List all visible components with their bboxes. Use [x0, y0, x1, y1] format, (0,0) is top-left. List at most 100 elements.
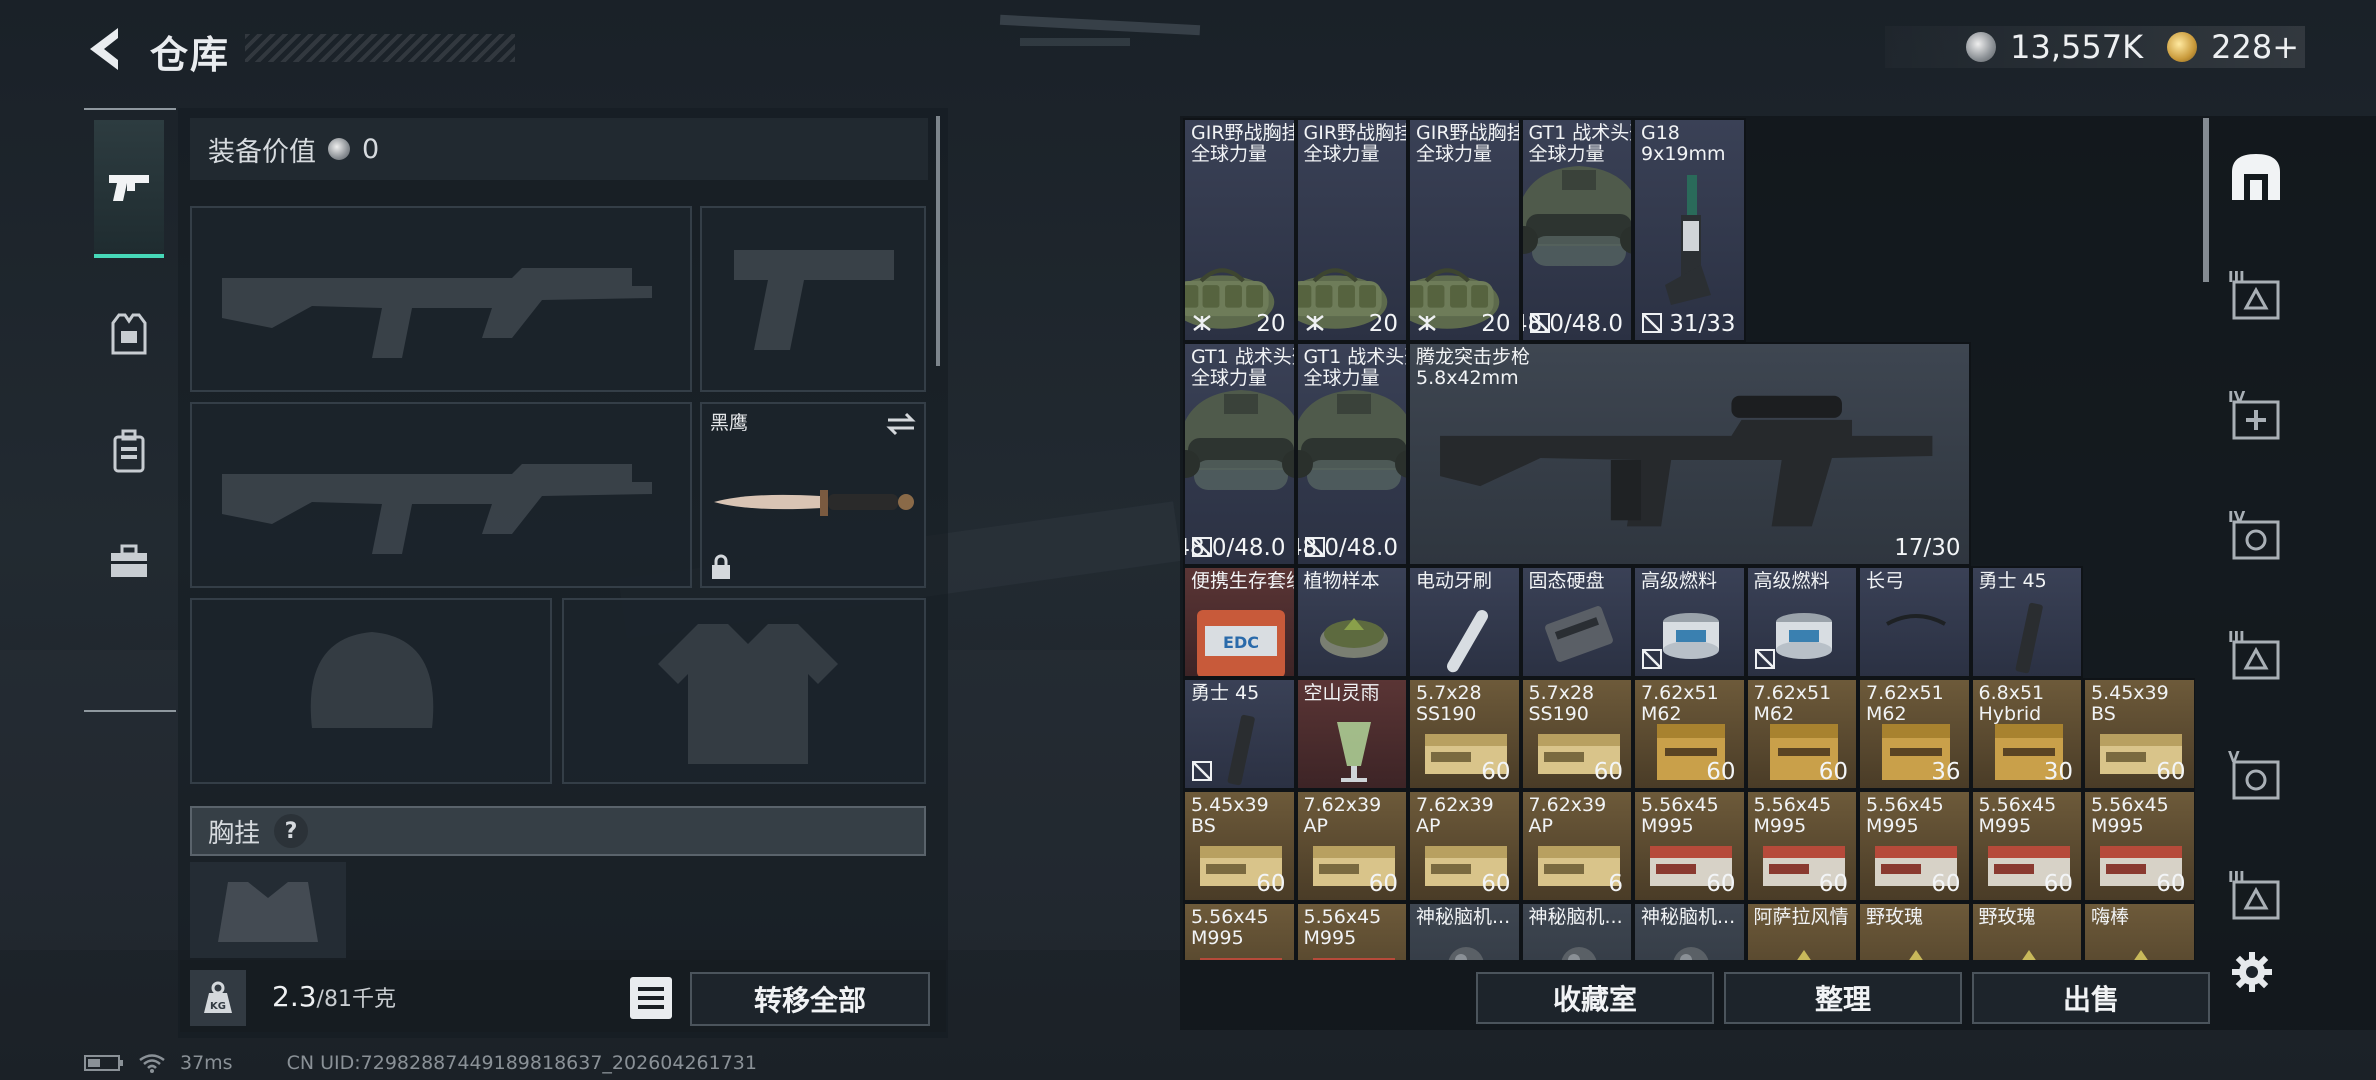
inventory-item[interactable]: 阿萨拉风情 — [1745, 902, 1858, 960]
inventory-item[interactable]: 野玫瑰 — [1970, 902, 2083, 960]
inventory-item[interactable]: GIR野战胸挂 全球力量 20 — [1183, 118, 1296, 342]
inventory-item[interactable]: 7.62x39 AP 60 — [1408, 790, 1521, 902]
swap-icon[interactable] — [886, 412, 916, 436]
inventory-item[interactable]: 勇士 45 — [1970, 566, 2083, 678]
damaged-icon — [1642, 649, 1662, 669]
item-count: 17/30 — [1894, 535, 1961, 561]
item-name: 5.7x28 SS190 — [1528, 682, 1595, 725]
inventory-item[interactable]: EDC 便携生存套组 — [1183, 566, 1296, 678]
item-name: 神秘脑机... — [1416, 906, 1511, 928]
damaged-icon — [1192, 761, 1212, 781]
ping-readout: 37ms — [180, 1052, 233, 1074]
inventory-item[interactable]: 7.62x51 M62 60 — [1745, 678, 1858, 790]
tab-armor[interactable] — [94, 300, 164, 370]
sort-button[interactable]: 整理 — [1724, 972, 1962, 1024]
inventory-item[interactable]: 勇士 45 — [1183, 678, 1296, 790]
sell-button[interactable]: 出售 — [1972, 972, 2210, 1024]
back-arrow-icon[interactable] — [78, 22, 132, 76]
warehouse-scrollbar[interactable] — [2203, 118, 2209, 282]
inventory-item[interactable]: 高级燃料 — [1745, 566, 1858, 678]
inventory-item[interactable]: 神秘脑机... — [1520, 902, 1633, 960]
inventory-item[interactable]: 7.62x39 AP 6 — [1520, 790, 1633, 902]
storage-tab[interactable]: III — [2226, 268, 2286, 328]
durability-icon — [1418, 315, 1436, 331]
melee-slot[interactable]: 黑鹰 — [700, 402, 926, 588]
chest-rig-slot[interactable] — [190, 862, 346, 958]
inventory-item[interactable]: 神秘脑机... — [1408, 902, 1521, 960]
help-icon[interactable]: ? — [274, 814, 309, 848]
svg-text:KG: KG — [210, 1001, 226, 1012]
inventory-item[interactable]: 5.56x45 M995 60 — [1970, 790, 2083, 902]
item-name: 空山灵雨 — [1303, 682, 1380, 704]
inventory-item[interactable]: 5.7x28 SS190 60 — [1408, 678, 1521, 790]
list-view-button[interactable] — [630, 977, 672, 1019]
storage-tab[interactable]: III — [2226, 868, 2286, 928]
inventory-item[interactable]: 电动牙刷 — [1408, 566, 1521, 678]
chest-rig-label: 胸挂 — [208, 818, 261, 849]
inventory-item[interactable]: 6.8x51 Hybrid 30 — [1970, 678, 2083, 790]
gold-balance[interactable]: 228+ — [2211, 28, 2299, 66]
inventory-item[interactable]: 5.56x45 M995 60 — [2083, 790, 2195, 902]
helmet-slot[interactable] — [190, 598, 552, 784]
inventory-item[interactable]: 5.56x45 M995 60 — [1633, 790, 1746, 902]
inventory-item[interactable]: GT1 战术头盔 全球力量 48.0/48.0 — [1295, 342, 1408, 566]
inventory-item[interactable]: 7.62x39 AP 60 — [1295, 790, 1408, 902]
inventory-item[interactable]: 腾龙突击步枪 5.8x42mm 17/30 — [1408, 342, 1971, 566]
storage-tab[interactable]: III — [2226, 628, 2286, 688]
item-name: 5.56x45 M995 — [2091, 794, 2169, 837]
backpack-icon — [113, 429, 145, 473]
equipment-scrollbar[interactable] — [936, 116, 940, 366]
tab-backpack[interactable] — [94, 416, 164, 486]
storage-tab[interactable]: IV — [2226, 388, 2286, 448]
primary-weapon-slot-2[interactable] — [190, 402, 692, 588]
inventory-item[interactable]: 5.56x45 M995 — [1183, 902, 1296, 960]
inventory-item[interactable]: 5.7x28 SS190 60 — [1520, 678, 1633, 790]
primary-weapon-slot[interactable] — [190, 206, 692, 392]
inventory-item[interactable]: 空山灵雨 — [1295, 678, 1408, 790]
armor-slot[interactable] — [562, 598, 926, 784]
secondary-weapon-slot[interactable] — [700, 206, 926, 392]
inventory-item[interactable]: 神秘脑机... — [1633, 902, 1746, 960]
inventory-item[interactable]: 嗨棒 — [2083, 902, 2195, 960]
lock-icon — [712, 554, 730, 579]
item-count: 60 — [2156, 871, 2186, 897]
storage-tab[interactable]: V — [2226, 748, 2286, 808]
tab-toolbox[interactable] — [94, 526, 164, 596]
silver-balance: 13,557K — [2010, 28, 2144, 66]
item-name: 5.45x39 BS — [2091, 682, 2169, 725]
storage-tab[interactable] — [2226, 148, 2286, 208]
item-name: 5.7x28 SS190 — [1416, 682, 1482, 725]
inventory-item[interactable]: 5.56x45 M995 60 — [1858, 790, 1971, 902]
item-count: 31/33 — [1669, 311, 1736, 337]
durability-icon — [1305, 315, 1324, 331]
inventory-item[interactable]: GIR野战胸挂 全球力量 20 — [1295, 118, 1408, 342]
gear-icon[interactable] — [2230, 950, 2274, 994]
inventory-item[interactable]: GT1 战术头盔 全球力量 48.0/48.0 — [1520, 118, 1633, 342]
inventory-item[interactable]: 5.45x39 BS 60 — [1183, 790, 1296, 902]
inventory-item[interactable]: 高级燃料 — [1633, 566, 1746, 678]
collection-room-button[interactable]: 收藏室 — [1476, 972, 1714, 1024]
inventory-item[interactable]: 野玫瑰 — [1858, 902, 1971, 960]
item-count: 60 — [2156, 759, 2186, 785]
inventory-item[interactable]: 5.56x45 M995 60 — [1745, 790, 1858, 902]
inventory-item[interactable]: 固态硬盘 — [1520, 566, 1633, 678]
storage-tab-level: III — [2228, 868, 2245, 886]
item-count: 60 — [1368, 871, 1398, 897]
inventory-item[interactable]: GIR野战胸挂 全球力量 20 — [1408, 118, 1521, 342]
tab-weapons[interactable] — [94, 120, 164, 258]
inventory-item[interactable]: 7.62x51 M62 60 — [1633, 678, 1746, 790]
item-count: 20 — [1368, 311, 1398, 337]
storage-tab-level: III — [2228, 268, 2245, 286]
inventory-item[interactable]: GT1 战术头盔 全球力量 48.0/48.0 — [1183, 342, 1296, 566]
inventory-item[interactable]: 5.45x39 BS 60 — [2083, 678, 2195, 790]
item-count: 48.0/48.0 — [1183, 535, 1286, 561]
storage-tab-level: III — [2228, 628, 2245, 646]
inventory-item[interactable]: 长弓 — [1858, 566, 1971, 678]
armor-silhouette-icon — [658, 624, 838, 764]
inventory-item[interactable]: 植物样本 — [1295, 566, 1408, 678]
transfer-all-button[interactable]: 转移全部 — [690, 972, 930, 1026]
inventory-item[interactable]: 5.56x45 M995 — [1295, 902, 1408, 960]
storage-tab[interactable]: IV — [2226, 508, 2286, 568]
inventory-item[interactable]: G18 9x19mm 31/33 — [1633, 118, 1746, 342]
inventory-item[interactable]: 7.62x51 M62 36 — [1858, 678, 1971, 790]
